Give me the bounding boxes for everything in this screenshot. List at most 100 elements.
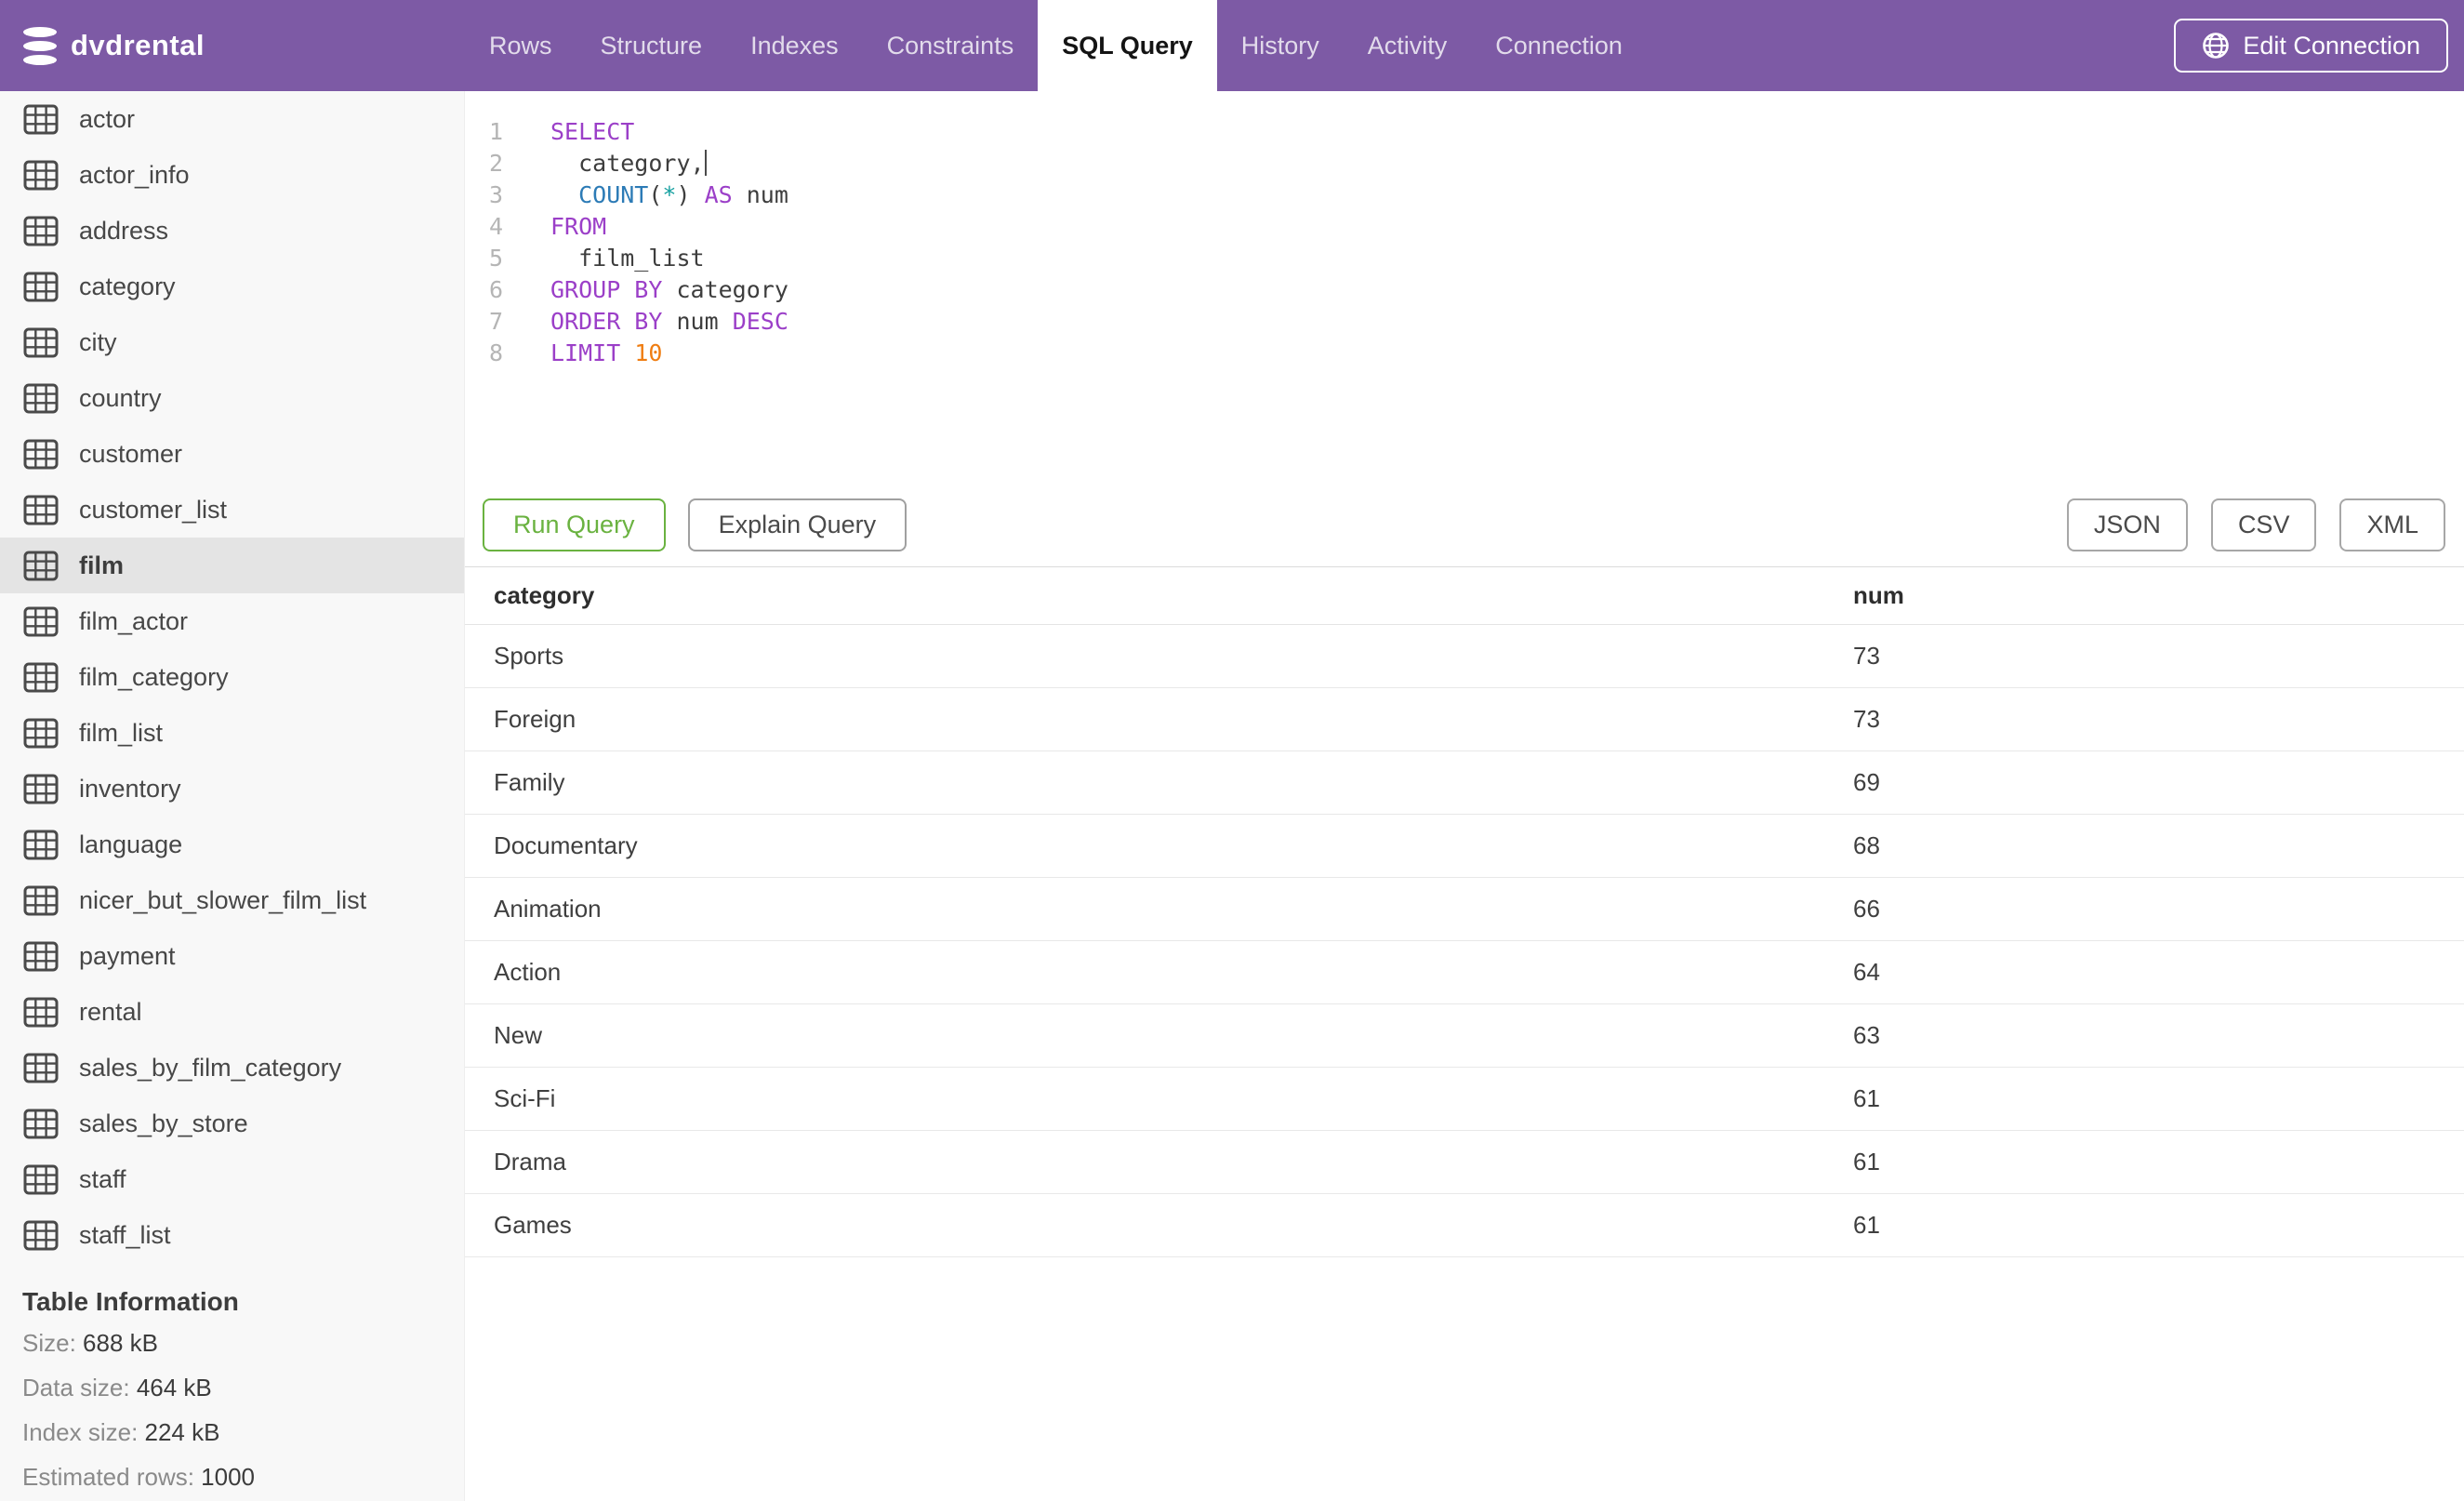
export-json-button[interactable]: JSON <box>2066 498 2188 551</box>
table-info-value: 1000 <box>201 1463 256 1491</box>
header-right: Edit Connection <box>2174 0 2464 91</box>
query-actions-bar: Run Query Explain Query JSON CSV XML <box>465 484 2464 566</box>
export-csv-button[interactable]: CSV <box>2210 498 2317 551</box>
sidebar-item-category[interactable]: category <box>0 259 464 314</box>
sidebar-item-rental[interactable]: rental <box>0 984 464 1040</box>
export-buttons: JSON CSV XML <box>2066 498 2445 551</box>
sidebar-item-label: film_category <box>79 662 229 691</box>
results-header: category num <box>465 567 2464 625</box>
cell-category: Documentary <box>494 831 638 859</box>
sql-token: num <box>662 308 719 335</box>
table-icon <box>23 830 59 860</box>
table-sidebar: actor actor_infoaddress category city countr… <box>0 91 465 1501</box>
table-row: Games 61 <box>465 1194 2464 1257</box>
code-text: category, <box>550 148 707 179</box>
table-info-label: Estimated rows: <box>22 1463 202 1491</box>
sidebar-item-language[interactable]: language <box>0 817 464 872</box>
tab-structure[interactable]: Structure <box>576 0 727 91</box>
table-icon <box>23 885 59 916</box>
sidebar-item-actor-info[interactable]: actor_info <box>0 147 464 203</box>
sidebar-item-payment[interactable]: payment <box>0 928 464 984</box>
cell-num: 69 <box>1853 768 1880 796</box>
sidebar-item-label: customer_list <box>79 495 228 524</box>
table-icon <box>23 606 59 637</box>
table-icon <box>23 997 59 1028</box>
sidebar-item-label: staff_list <box>79 1220 171 1249</box>
sidebar-item-staff-list[interactable]: staff_list <box>0 1207 464 1263</box>
sidebar-item-customer[interactable]: customer <box>0 426 464 482</box>
table-row: Action 64 <box>465 941 2464 1004</box>
cell-num: 73 <box>1853 705 1880 733</box>
sql-token: category <box>550 150 691 177</box>
sidebar-item-city[interactable]: city <box>0 314 464 370</box>
cell-num: 68 <box>1853 831 1880 859</box>
code-line: 8 LIMIT 10 <box>465 338 2464 369</box>
table-info-label: Data size: <box>22 1374 137 1401</box>
sidebar-item-label: address <box>79 216 169 245</box>
sidebar-item-sales-by-store[interactable]: sales_by_store <box>0 1096 464 1151</box>
code-line: 4 FROM <box>465 211 2464 243</box>
edit-connection-button[interactable]: Edit Connection <box>2174 19 2448 73</box>
sidebar-item-film-actor[interactable]: film_actor <box>0 593 464 649</box>
table-icon <box>23 1109 59 1139</box>
table-icon <box>23 718 59 749</box>
tab-history[interactable]: History <box>1217 0 1344 91</box>
cell-num: 61 <box>1853 1211 1880 1239</box>
sql-token: LIMIT <box>550 339 621 366</box>
sidebar-item-label: sales_by_store <box>79 1109 248 1137</box>
results-column-header: num <box>1853 581 1904 609</box>
table-row: Animation 66 <box>465 878 2464 941</box>
table-icon <box>23 160 59 191</box>
sidebar-item-inventory[interactable]: inventory <box>0 761 464 817</box>
sidebar-item-sales-by-film-category[interactable]: sales_by_film_category <box>0 1040 464 1096</box>
table-info-row: Size: 688 kB <box>0 1321 464 1365</box>
explain-query-button[interactable]: Explain Query <box>687 498 907 551</box>
sidebar-item-label: film_actor <box>79 606 189 635</box>
table-row: Sports 73 <box>465 625 2464 688</box>
sidebar-item-label: customer <box>79 439 183 468</box>
sidebar-item-film[interactable]: film <box>0 538 464 593</box>
table-icon <box>23 1220 59 1251</box>
tab-activity[interactable]: Activity <box>1344 0 1472 91</box>
tab-indexes[interactable]: Indexes <box>726 0 863 91</box>
sql-token: ORDER BY <box>550 308 663 335</box>
line-number: 2 <box>488 150 503 177</box>
code-text: FROM <box>550 211 606 243</box>
cell-num: 61 <box>1853 1148 1880 1176</box>
sql-token: FROM <box>550 213 607 240</box>
sidebar-item-customer-list[interactable]: customer_list <box>0 482 464 538</box>
cell-num: 63 <box>1853 1021 1880 1049</box>
tab-rows[interactable]: Rows <box>465 0 576 91</box>
tab-connection[interactable]: Connection <box>1471 0 1647 91</box>
code-line: 2 category, <box>465 148 2464 179</box>
sql-token: * <box>662 181 677 208</box>
sidebar-item-actor[interactable]: actor <box>0 91 464 147</box>
sidebar-item-country[interactable]: country <box>0 370 464 426</box>
tab-sql-query[interactable]: SQL Query <box>1038 0 1217 91</box>
sidebar-item-label: staff <box>79 1164 126 1193</box>
sidebar-item-staff[interactable]: staff <box>0 1151 464 1207</box>
line-number: 4 <box>488 213 503 240</box>
run-query-button[interactable]: Run Query <box>483 498 666 551</box>
sidebar-item-film-category[interactable]: film_category <box>0 649 464 705</box>
line-number: 6 <box>488 276 503 303</box>
sidebar-item-film-list[interactable]: film_list <box>0 705 464 761</box>
cell-num: 61 <box>1853 1084 1880 1112</box>
table-icon <box>23 272 59 302</box>
sql-token: 10 <box>620 339 663 366</box>
sidebar-item-label: city <box>79 327 117 356</box>
database-icon <box>23 26 57 65</box>
sql-editor[interactable]: 1 SELECT 2 category, 3 COUNT(*) AS num 4 FROM… <box>465 91 2464 484</box>
tab-constraints[interactable]: Constraints <box>863 0 1039 91</box>
cell-category: Drama <box>494 1148 567 1176</box>
cell-num: 64 <box>1853 958 1880 986</box>
export-xml-button[interactable]: XML <box>2339 498 2445 551</box>
sidebar-item-address[interactable]: address <box>0 203 464 259</box>
sidebar-item-nicer-but-slower-film-list[interactable]: nicer_but_slower_film_list <box>0 872 464 928</box>
table-row: Family 69 <box>465 751 2464 815</box>
table-information-heading: Table Information <box>22 1287 239 1316</box>
code-text: LIMIT 10 <box>550 338 662 369</box>
sidebar-item-label: language <box>79 830 183 858</box>
sql-token: film_list <box>550 245 705 272</box>
sidebar-item-label: payment <box>79 941 176 970</box>
